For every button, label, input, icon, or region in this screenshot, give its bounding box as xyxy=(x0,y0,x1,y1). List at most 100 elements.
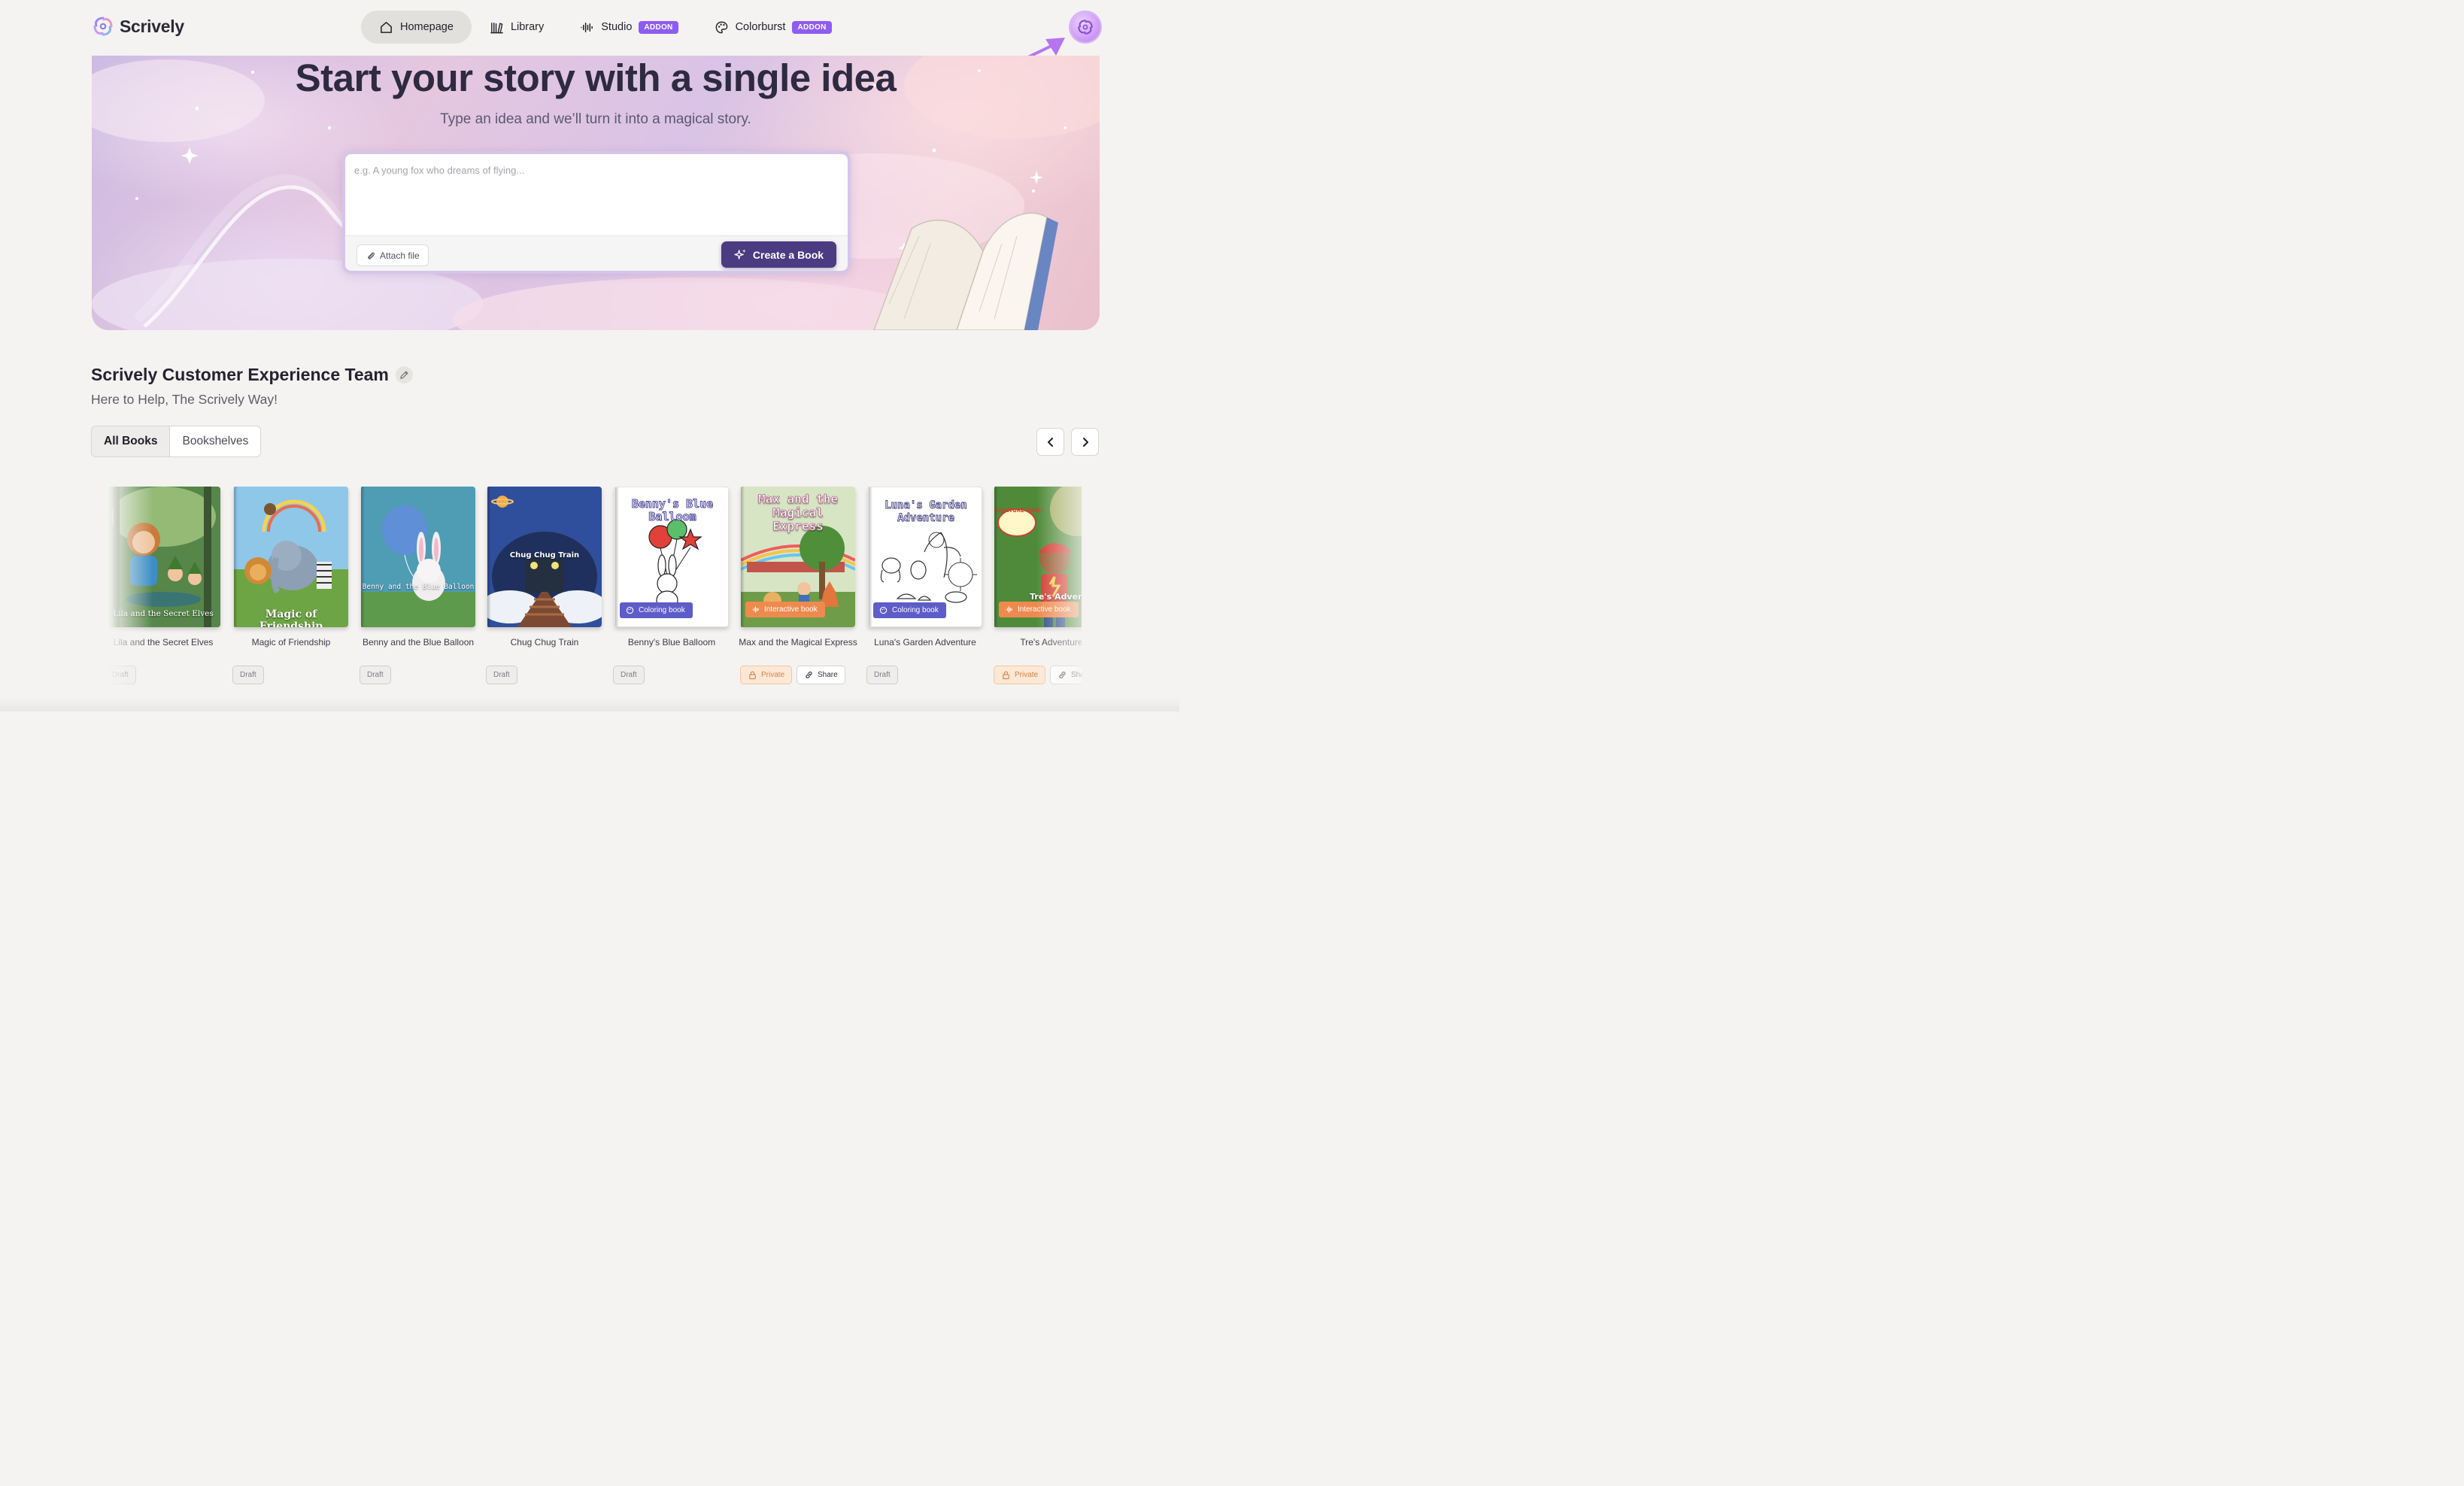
cover-text: Benny and the Blue Balloon xyxy=(362,583,475,591)
status-badge: Draft xyxy=(486,666,517,684)
share-button[interactable]: Share xyxy=(797,666,845,684)
status-badge: Draft xyxy=(108,666,136,684)
create-book-label: Create a Book xyxy=(752,248,824,261)
swirl-logo-icon xyxy=(93,17,113,36)
audio-waveform-icon xyxy=(752,606,759,613)
create-book-button[interactable]: Create a Book xyxy=(721,241,836,268)
book-title[interactable]: Benny's Blue Balloom xyxy=(610,636,733,648)
nav-label: Homepage xyxy=(400,21,454,33)
hero-subtitle: Type an idea and we’ll turn it into a ma… xyxy=(440,111,751,127)
main-nav: Homepage Library Studio ADDON Colorburst… xyxy=(361,11,850,44)
tab-bookshelves[interactable]: Bookshelves xyxy=(170,426,260,456)
cover-text: Tre's Adventure xyxy=(1030,592,1082,602)
cover-text: Lila and the Secret Elves xyxy=(113,609,214,618)
coloring-book-tag: Coloring book xyxy=(620,602,693,618)
coloring-book-tag: Coloring book xyxy=(873,602,946,618)
tag-label: Coloring book xyxy=(892,606,939,614)
brand-logo[interactable]: Scrively xyxy=(92,15,184,38)
cover-text: Benny's Blue Balloom xyxy=(631,497,714,523)
tag-label: Coloring book xyxy=(639,606,685,614)
attach-file-label: Attach file xyxy=(380,250,420,261)
book-cover[interactable]: Benny's Blue Balloom Coloring book xyxy=(614,487,729,627)
cover-illustration xyxy=(108,487,220,627)
nav-studio[interactable]: Studio ADDON xyxy=(562,11,696,44)
book-title[interactable]: Luna's Garden Adventure xyxy=(863,636,987,648)
audio-waveform-icon xyxy=(1006,606,1012,613)
book-title[interactable]: Max and the Magical Express xyxy=(736,636,860,648)
book-cover[interactable]: Magic of Friendship xyxy=(234,487,348,627)
story-idea-input[interactable] xyxy=(354,165,836,176)
book-title[interactable]: Benny and the Blue Balloon xyxy=(357,636,480,648)
account-avatar[interactable] xyxy=(1070,12,1100,42)
chevron-left-icon xyxy=(1047,437,1053,447)
tag-label: Interactive book xyxy=(1018,605,1071,614)
book-cover[interactable]: Luna's Garden Adventure Coloring book xyxy=(868,487,982,627)
book-title[interactable]: Tre's Adventure xyxy=(990,636,1082,648)
scroll-left-button[interactable] xyxy=(1036,428,1064,456)
home-icon xyxy=(381,21,392,33)
library-icon xyxy=(490,22,503,33)
status-badge: Draft xyxy=(866,666,898,684)
palette-icon xyxy=(626,606,634,614)
privacy-badge[interactable]: Private xyxy=(740,666,793,684)
swirl-avatar-icon xyxy=(1078,20,1093,35)
status-badge: Draft xyxy=(360,666,391,684)
cover-illustration xyxy=(234,487,348,627)
tab-all-books[interactable]: All Books xyxy=(92,426,171,456)
cover-text: Luna's Garden Adventure xyxy=(885,499,967,525)
book-cover[interactable]: Lila and the Secret Elves xyxy=(108,487,220,627)
nav-label: Library xyxy=(510,21,545,33)
privacy-label: Private xyxy=(761,671,785,679)
share-label: Share xyxy=(818,671,838,679)
nav-library[interactable]: Library xyxy=(472,11,562,44)
cover-text: Magic of Friendship xyxy=(259,608,323,627)
palette-icon xyxy=(715,21,727,33)
share-label: Share xyxy=(1071,671,1082,679)
book-cover[interactable]: Chug Chug Train xyxy=(487,487,602,627)
share-button[interactable]: Share xyxy=(1050,666,1082,684)
lock-icon xyxy=(1003,671,1009,680)
link-icon xyxy=(806,672,812,678)
book-title[interactable]: Lila and the Secret Elves xyxy=(108,636,225,648)
attach-file-button[interactable]: Attach file xyxy=(357,244,429,266)
scroll-right-button[interactable] xyxy=(1071,428,1099,456)
nav-homepage[interactable]: Homepage xyxy=(361,11,472,44)
hero-banner: Start your story with a single idea Type… xyxy=(92,56,1100,330)
book-cover[interactable]: IT'S ADVENTURE TIME! Tre's Adventure Int… xyxy=(994,487,1082,627)
addon-badge: ADDON xyxy=(792,20,832,34)
nav-label: Colorburst xyxy=(735,21,786,33)
privacy-label: Private xyxy=(1015,671,1039,679)
link-icon xyxy=(1059,672,1066,678)
book-title[interactable]: Magic of Friendship xyxy=(229,636,353,648)
audio-waveform-icon xyxy=(581,22,593,32)
composer-footer: Attach file Create a Book xyxy=(345,235,848,271)
sparkles-icon xyxy=(734,249,746,259)
privacy-badge[interactable]: Private xyxy=(994,666,1046,684)
bottom-edge xyxy=(0,698,1179,711)
profile-name: Scrively Customer Experience Team xyxy=(91,365,389,384)
cover-text: Max and the Magical Express xyxy=(758,492,839,533)
status-badge: Draft xyxy=(232,666,264,684)
speech-bubble-text: IT'S ADVENTURE TIME! xyxy=(994,508,1043,514)
hero-title: Start your story with a single idea xyxy=(295,56,897,99)
nav-label: Studio xyxy=(601,21,633,33)
book-cover[interactable]: Benny and the Blue Balloon xyxy=(361,487,475,627)
profile-title: Scrively Customer Experience Team xyxy=(91,365,413,385)
books-view-tabs: All Books Bookshelves xyxy=(91,426,262,457)
lock-icon xyxy=(749,671,756,680)
interactive-book-tag: Interactive book xyxy=(999,602,1079,617)
nav-colorburst[interactable]: Colorburst ADDON xyxy=(696,11,850,44)
tag-label: Interactive book xyxy=(764,605,818,614)
interactive-book-tag: Interactive book xyxy=(745,602,825,617)
book-cover[interactable]: Max and the Magical Express Interactive … xyxy=(741,487,855,627)
cover-illustration xyxy=(361,487,475,627)
profile-tagline: Here to Help, The Scrively Way! xyxy=(91,392,278,407)
pencil-icon xyxy=(400,371,408,379)
story-composer: Attach file Create a Book xyxy=(342,151,851,274)
edit-profile-button[interactable] xyxy=(395,366,413,384)
palette-icon xyxy=(879,606,888,614)
brand-name: Scrively xyxy=(120,16,184,36)
paperclip-icon xyxy=(368,252,375,259)
book-title[interactable]: Chug Chug Train xyxy=(483,636,606,648)
chevron-right-icon xyxy=(1082,437,1088,447)
